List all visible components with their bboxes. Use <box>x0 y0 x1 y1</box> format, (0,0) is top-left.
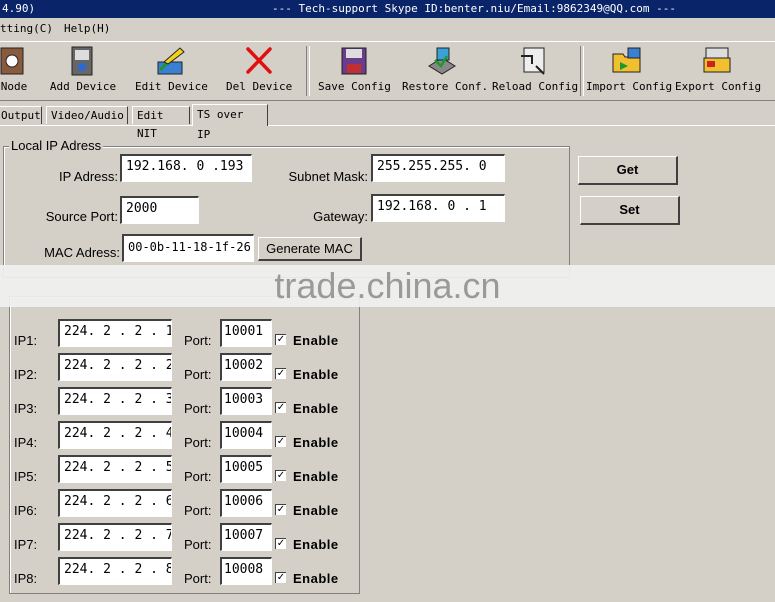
node-icon <box>0 47 24 75</box>
tab-video-audio[interactable]: Video/Audio <box>46 106 128 124</box>
tab-ts-over-ip[interactable]: TS over IP <box>192 104 268 141</box>
add-device-button[interactable]: Add Device <box>48 44 118 98</box>
gateway-field[interactable]: 192.168. 0 . 1 <box>371 194 505 222</box>
del-device-button[interactable]: Del Device <box>226 44 292 98</box>
output-port-field[interactable]: 10002 <box>220 353 272 381</box>
output-port-label: Port: <box>184 367 212 382</box>
source-port-label: Source Port: <box>45 209 118 224</box>
reload-icon <box>521 47 545 75</box>
source-port-field[interactable]: 2000 <box>120 196 199 224</box>
output-ip-field[interactable]: 224. 2 . 2 . 3 <box>58 387 172 415</box>
edit-device-icon <box>157 47 185 75</box>
output-ip-field[interactable]: 224. 2 . 2 . 5 <box>58 455 172 483</box>
toolbar-separator <box>580 46 584 96</box>
output-ip-label: IP3: <box>14 401 38 416</box>
output-port-label: Port: <box>184 469 212 484</box>
enable-checkbox[interactable]: ✓ <box>275 368 286 379</box>
tab-strip: Output Video/Audio Edit NIT TS over IP <box>0 104 775 141</box>
save-icon <box>341 47 367 75</box>
import-config-button[interactable]: Import Config <box>586 44 672 98</box>
toolbar-separator <box>306 46 310 96</box>
ip-address-field[interactable]: 192.168. 0 .193 <box>120 154 252 182</box>
output-ip-label: IP7: <box>14 537 38 552</box>
set-button[interactable]: Set <box>580 196 680 225</box>
enable-checkbox[interactable]: ✓ <box>275 504 286 515</box>
add-device-icon <box>71 46 93 76</box>
output-ip-field[interactable]: 224. 2 . 2 . 4 <box>58 421 172 449</box>
menu-help[interactable]: Help(H) <box>64 18 110 40</box>
output-ip-field[interactable]: 224. 2 . 2 . 1 <box>58 319 172 347</box>
output-port-label: Port: <box>184 537 212 552</box>
title-version: 4.90) <box>2 2 36 15</box>
edit-device-button[interactable]: Edit Device <box>135 44 208 98</box>
get-button[interactable]: Get <box>578 156 678 185</box>
output-ip-label: IP2: <box>14 367 38 382</box>
gateway-label: Gateway: <box>313 209 368 224</box>
output-ip-label: IP6: <box>14 503 38 518</box>
output-port-label: Port: <box>184 333 212 348</box>
menu-setting[interactable]: tting(C) <box>0 18 53 40</box>
local-ip-legend: Local IP Adress <box>9 138 104 153</box>
enable-checkbox[interactable]: ✓ <box>275 436 286 447</box>
enable-label: Enable <box>293 435 339 450</box>
node-button[interactable]: Node <box>0 44 36 98</box>
output-port-label: Port: <box>184 503 212 518</box>
enable-checkbox[interactable]: ✓ <box>275 470 286 481</box>
output-port-field[interactable]: 10007 <box>220 523 272 551</box>
output-ip-field[interactable]: 224. 2 . 2 . 2 <box>58 353 172 381</box>
output-port-field[interactable]: 10004 <box>220 421 272 449</box>
watermark: trade.china.cn <box>0 265 775 307</box>
title-bar: 4.90) --- Tech-support Skype ID:benter.n… <box>0 0 775 18</box>
output-port-field[interactable]: 10008 <box>220 557 272 585</box>
import-icon <box>612 47 641 73</box>
subnet-mask-field[interactable]: 255.255.255. 0 <box>371 154 505 182</box>
output-ip-label: IP4: <box>14 435 38 450</box>
output-ip-field[interactable]: 224. 2 . 2 . 6 <box>58 489 172 517</box>
enable-label: Enable <box>293 469 339 484</box>
tab-edit-nit[interactable]: Edit NIT <box>132 106 190 140</box>
enable-checkbox[interactable]: ✓ <box>275 334 286 345</box>
enable-label: Enable <box>293 571 339 586</box>
output-port-field[interactable]: 10006 <box>220 489 272 517</box>
ip-address-label: IP Adress: <box>58 169 118 184</box>
enable-label: Enable <box>293 367 339 382</box>
output-port-field[interactable]: 10001 <box>220 319 272 347</box>
output-port-field[interactable]: 10005 <box>220 455 272 483</box>
output-port-field[interactable]: 10003 <box>220 387 272 415</box>
output-ip-field[interactable]: 224. 2 . 2 . 7 <box>58 523 172 551</box>
enable-label: Enable <box>293 537 339 552</box>
export-config-button[interactable]: Export Config <box>675 44 761 98</box>
enable-checkbox[interactable]: ✓ <box>275 402 286 413</box>
output-port-label: Port: <box>184 571 212 586</box>
subnet-mask-label: Subnet Mask: <box>288 169 369 184</box>
output-ip-label: IP5: <box>14 469 38 484</box>
generate-mac-button[interactable]: Generate MAC <box>258 237 362 261</box>
ts-over-ip-panel: Local IP Adress IP Adress: 192.168. 0 .1… <box>0 125 775 602</box>
reload-config-button[interactable]: Reload Config <box>492 44 578 98</box>
menu-bar: tting(C) Help(H) <box>0 18 775 40</box>
output-port-label: Port: <box>184 435 212 450</box>
tab-output[interactable]: Output <box>0 106 42 124</box>
restore-icon <box>428 47 456 75</box>
output-port-label: Port: <box>184 401 212 416</box>
mac-address-label: MAC Adress: <box>44 245 120 260</box>
enable-label: Enable <box>293 401 339 416</box>
delete-icon <box>246 47 272 74</box>
output-ip-field[interactable]: 224. 2 . 2 . 8 <box>58 557 172 585</box>
enable-label: Enable <box>293 333 339 348</box>
toolbar: Node Add Device Edit Device Del Device S… <box>0 41 775 101</box>
enable-label: Enable <box>293 503 339 518</box>
export-icon <box>703 47 731 73</box>
enable-checkbox[interactable]: ✓ <box>275 572 286 583</box>
enable-checkbox[interactable]: ✓ <box>275 538 286 549</box>
restore-conf-button[interactable]: Restore Conf. <box>402 44 488 98</box>
output-ip-label: IP1: <box>14 333 38 348</box>
mac-address-field[interactable]: 00-0b-11-18-1f-26 <box>122 234 254 262</box>
save-config-button[interactable]: Save Config <box>318 44 391 98</box>
output-ip-label: IP8: <box>14 571 38 586</box>
title-support-info: --- Tech-support Skype ID:benter.niu/Ema… <box>272 2 676 15</box>
